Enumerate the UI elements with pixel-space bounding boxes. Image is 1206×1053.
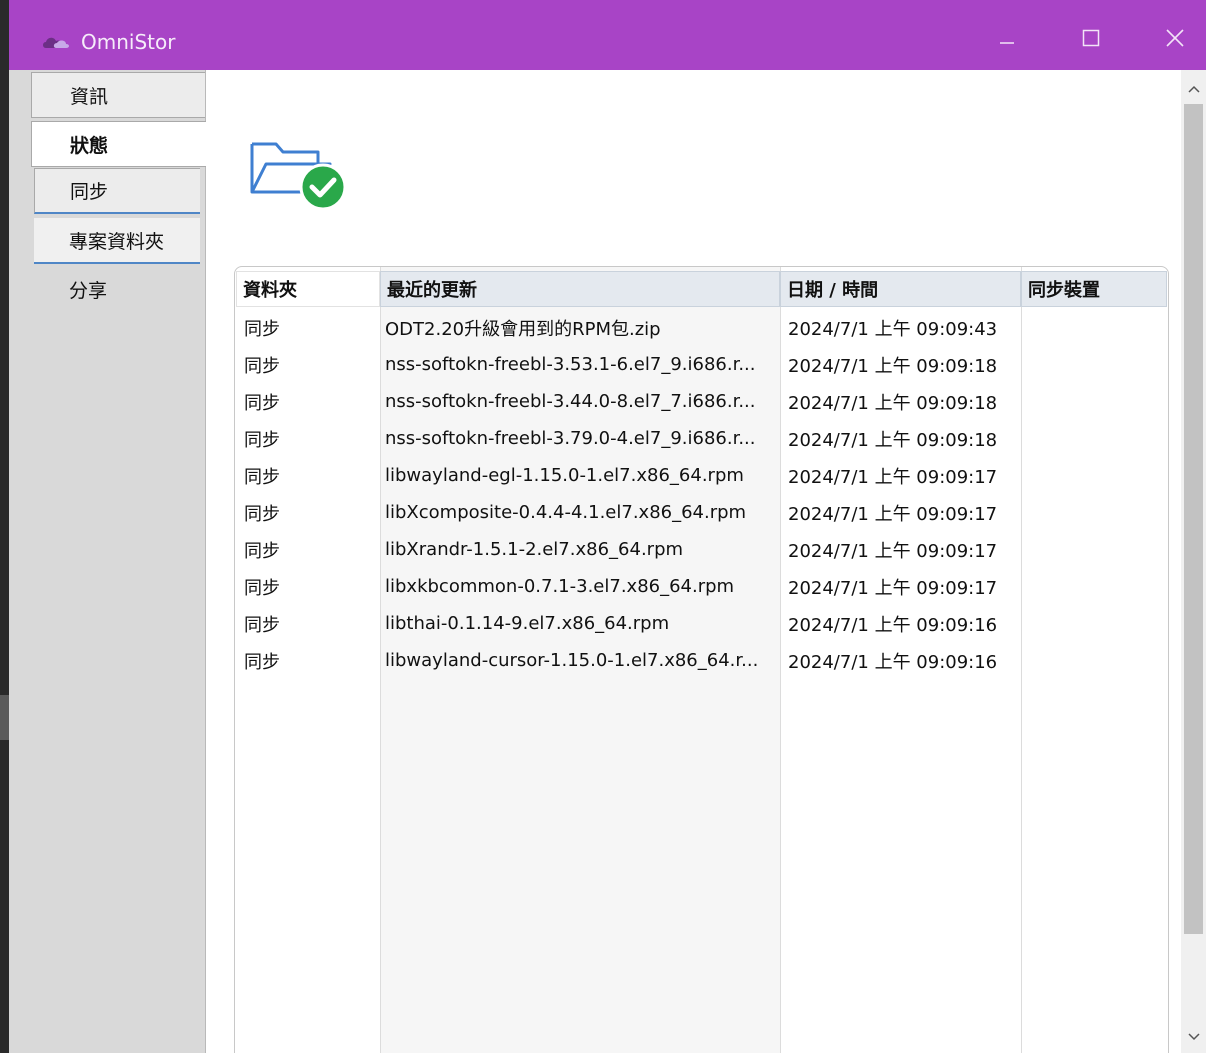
cell-latest-update: libXcomposite-0.4.4-4.1.el7.x86_64.rpm xyxy=(385,502,747,523)
sidebar-item-info[interactable]: 資訊 xyxy=(31,72,205,118)
cell-latest-update: nss-softokn-freebl-3.44.0-8.el7_7.i686.r… xyxy=(385,391,756,412)
cell-date-time: 2024/7/1 上午 09:09:17 xyxy=(788,503,998,525)
sidebar: 資訊 狀態 同步 專案資料夾 分享 xyxy=(9,70,207,1053)
sidebar-item-label: 狀態 xyxy=(70,134,109,157)
cell-latest-update: libXrandr-1.5.1-2.el7.x86_64.rpm xyxy=(385,539,684,560)
scroll-down-icon xyxy=(1187,1033,1200,1041)
close-icon xyxy=(1166,29,1184,47)
app-window: OmniStor 資訊 狀態 同步 專案資料夾 分享 資料夾 最近的更新 日期 … xyxy=(9,0,1206,1053)
cell-latest-update: ODT2.20升級會用到的RPM包.zip xyxy=(385,318,661,340)
column-header-latest-update[interactable]: 最近的更新 xyxy=(380,271,780,307)
cell-date-time: 2024/7/1 上午 09:09:17 xyxy=(788,540,998,562)
column-header-label: 同步裝置 xyxy=(1028,280,1100,301)
minimize-button[interactable] xyxy=(987,18,1027,58)
minimize-icon xyxy=(1000,42,1014,44)
column-header-label: 日期 / 時間 xyxy=(787,280,879,301)
vertical-scrollbar[interactable] xyxy=(1181,70,1206,1053)
cell-date-time: 2024/7/1 上午 09:09:18 xyxy=(788,355,998,377)
scroll-down-button[interactable] xyxy=(1181,1022,1206,1052)
cell-sync-device xyxy=(1028,605,1168,642)
close-button[interactable] xyxy=(1155,18,1195,58)
maximize-button[interactable] xyxy=(1071,18,1111,58)
cell-folder: 同步 xyxy=(244,614,280,636)
cell-latest-update: nss-softokn-freebl-3.79.0-4.el7_9.i686.r… xyxy=(385,428,756,449)
column-header-folder[interactable]: 資料夾 xyxy=(236,271,380,307)
sidebar-item-status[interactable]: 狀態 xyxy=(31,121,207,167)
sidebar-item-project-folders[interactable]: 專案資料夾 xyxy=(34,218,200,264)
cell-sync-device xyxy=(1028,420,1168,457)
cell-folder: 同步 xyxy=(244,466,280,488)
cell-date-time: 2024/7/1 上午 09:09:17 xyxy=(788,577,998,599)
title-bar[interactable]: OmniStor xyxy=(9,0,1206,70)
cell-date-time: 2024/7/1 上午 09:09:16 xyxy=(788,614,998,636)
app-title: OmniStor xyxy=(81,30,176,54)
cell-date-time: 2024/7/1 上午 09:09:18 xyxy=(788,392,998,414)
main-content: 資料夾 最近的更新 日期 / 時間 同步裝置 同步 ODT2.20升級會用到的R… xyxy=(206,70,1181,1053)
scroll-up-icon xyxy=(1187,85,1200,93)
column-header-sync-device[interactable]: 同步裝置 xyxy=(1021,271,1167,307)
sidebar-item-label: 資訊 xyxy=(70,85,109,108)
sidebar-item-share[interactable]: 分享 xyxy=(31,266,205,312)
table-row[interactable]: 同步 libwayland-cursor-1.15.0-1.el7.x86_64… xyxy=(235,642,1168,679)
table-row[interactable]: 同步 libXcomposite-0.4.4-4.1.el7.x86_64.rp… xyxy=(235,494,1168,531)
cell-folder: 同步 xyxy=(244,318,280,340)
sidebar-item-label: 同步 xyxy=(70,181,109,203)
cell-date-time: 2024/7/1 上午 09:09:16 xyxy=(788,651,998,673)
sidebar-item-label: 分享 xyxy=(69,279,108,302)
cell-sync-device xyxy=(1028,457,1168,494)
cell-date-time: 2024/7/1 上午 09:09:17 xyxy=(788,466,998,488)
table-row[interactable]: 同步 nss-softokn-freebl-3.79.0-4.el7_9.i68… xyxy=(235,420,1168,457)
column-header-label: 最近的更新 xyxy=(387,280,477,301)
table-row[interactable]: 同步 ODT2.20升級會用到的RPM包.zip 2024/7/1 上午 09:… xyxy=(235,309,1168,346)
folder-check-icon xyxy=(250,142,346,211)
sidebar-item-sync[interactable]: 同步 xyxy=(34,168,200,214)
cell-folder: 同步 xyxy=(244,392,280,414)
scroll-thumb[interactable] xyxy=(1184,104,1203,934)
cell-sync-device xyxy=(1028,531,1168,568)
table-row[interactable]: 同步 libthai-0.1.14-9.el7.x86_64.rpm 2024/… xyxy=(235,605,1168,642)
cell-sync-device xyxy=(1028,383,1168,420)
cell-latest-update: libxkbcommon-0.7.1-3.el7.x86_64.rpm xyxy=(385,576,735,597)
cell-folder: 同步 xyxy=(244,577,280,599)
cell-sync-device xyxy=(1028,568,1168,605)
table-row[interactable]: 同步 libwayland-egl-1.15.0-1.el7.x86_64.rp… xyxy=(235,457,1168,494)
column-header-date-time[interactable]: 日期 / 時間 xyxy=(780,271,1021,307)
cell-sync-device xyxy=(1028,309,1168,346)
cell-latest-update: nss-softokn-freebl-3.53.1-6.el7_9.i686.r… xyxy=(385,354,756,375)
cell-folder: 同步 xyxy=(244,355,280,377)
cell-folder: 同步 xyxy=(244,429,280,451)
cell-folder: 同步 xyxy=(244,503,280,525)
cell-sync-device xyxy=(1028,346,1168,383)
cell-sync-device xyxy=(1028,494,1168,531)
cell-sync-device xyxy=(1028,642,1168,679)
table-row[interactable]: 同步 libXrandr-1.5.1-2.el7.x86_64.rpm 2024… xyxy=(235,531,1168,568)
table-row[interactable]: 同步 libxkbcommon-0.7.1-3.el7.x86_64.rpm 2… xyxy=(235,568,1168,605)
cell-date-time: 2024/7/1 上午 09:09:18 xyxy=(788,429,998,451)
cell-latest-update: libthai-0.1.14-9.el7.x86_64.rpm xyxy=(385,613,670,634)
updates-table[interactable]: 資料夾 最近的更新 日期 / 時間 同步裝置 同步 ODT2.20升級會用到的R… xyxy=(234,266,1169,1053)
column-header-label: 資料夾 xyxy=(243,280,297,301)
scroll-up-button[interactable] xyxy=(1181,74,1206,104)
cell-folder: 同步 xyxy=(244,651,280,673)
cell-date-time: 2024/7/1 上午 09:09:43 xyxy=(788,318,998,340)
cell-folder: 同步 xyxy=(244,540,280,562)
maximize-icon xyxy=(1082,29,1100,47)
sidebar-item-label: 專案資料夾 xyxy=(69,230,165,253)
table-row[interactable]: 同步 nss-softokn-freebl-3.44.0-8.el7_7.i68… xyxy=(235,383,1168,420)
desktop-highlight xyxy=(0,695,9,740)
cell-latest-update: libwayland-egl-1.15.0-1.el7.x86_64.rpm xyxy=(385,465,744,486)
cloud-logo-icon xyxy=(43,37,69,48)
table-row[interactable]: 同步 nss-softokn-freebl-3.53.1-6.el7_9.i68… xyxy=(235,346,1168,383)
cell-latest-update: libwayland-cursor-1.15.0-1.el7.x86_64.r.… xyxy=(385,650,759,671)
table-header: 資料夾 最近的更新 日期 / 時間 同步裝置 xyxy=(235,267,1168,307)
desktop-background xyxy=(0,0,9,1053)
